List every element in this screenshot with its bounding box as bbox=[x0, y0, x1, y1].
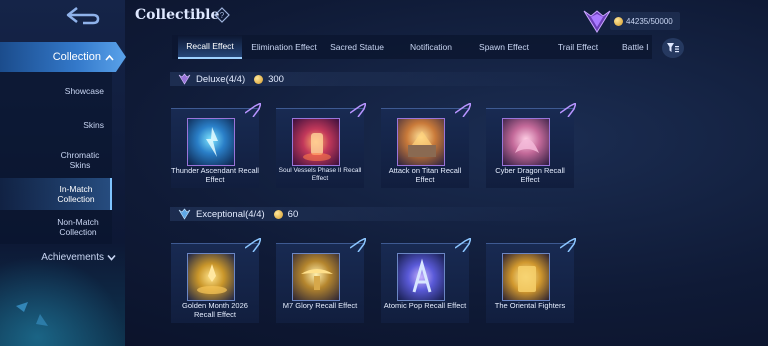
coin-icon bbox=[614, 16, 623, 26]
collectible-card-cyber-dragon[interactable]: Cyber Dragon Recall Effect bbox=[486, 103, 576, 188]
collectible-card-golden-month[interactable]: Golden Month 2026 Recall Effect bbox=[171, 238, 261, 323]
deluxe-tier-icon bbox=[178, 73, 191, 85]
section-name: Deluxe(4/4) bbox=[196, 73, 246, 85]
recall-effect-thumbnail bbox=[187, 253, 235, 301]
tab-label: Elimination Effect bbox=[251, 42, 317, 52]
section-points: 60 bbox=[287, 208, 299, 220]
card-corner-gem-icon bbox=[350, 238, 366, 252]
decorative-arrow-icon bbox=[16, 302, 48, 326]
card-corner-gem-icon bbox=[455, 238, 471, 252]
tab-label: Recall Effect bbox=[186, 41, 234, 51]
recall-effect-thumbnail bbox=[397, 118, 445, 166]
card-corner-gem-icon bbox=[350, 103, 366, 117]
tab-sacred-statue[interactable]: Sacred Statue bbox=[326, 35, 388, 59]
collectible-card-thunder-ascendant[interactable]: Thunder Ascendant Recall Effect bbox=[171, 103, 261, 188]
dragon-icon bbox=[515, 139, 539, 153]
section-name: Exceptional(4/4) bbox=[196, 208, 265, 220]
collectible-card-atomic-pop[interactable]: Atomic Pop Recall Effect bbox=[381, 238, 471, 323]
currency-display: 44235/50000 bbox=[610, 12, 680, 30]
sidebar-item-label: In-Match Collection bbox=[57, 184, 95, 204]
tab-spawn-effect[interactable]: Spawn Effect bbox=[474, 35, 534, 59]
atomic-letter-icon bbox=[412, 258, 432, 293]
sidebar-collection-tab[interactable]: Collection bbox=[0, 42, 126, 72]
recall-effect-thumbnail bbox=[502, 253, 550, 301]
card-label: Atomic Pop Recall Effect bbox=[383, 301, 467, 310]
exceptional-tier-icon bbox=[178, 208, 191, 220]
sidebar-item-chromatic-skins[interactable]: Chromatic Skins bbox=[0, 150, 112, 170]
section-header-exceptional: Exceptional(4/4) 60 bbox=[170, 207, 590, 221]
sidebar-achievements[interactable]: Achievements bbox=[0, 252, 118, 263]
coin-icon bbox=[273, 209, 283, 219]
sidebar-item-label: Chromatic Skins bbox=[60, 150, 100, 170]
collectible-card-soul-vessels[interactable]: Soul Vessels Phase II Recall Effect bbox=[276, 103, 366, 188]
tab-label: Trail Effect bbox=[557, 42, 599, 52]
titan-wall-icon bbox=[408, 131, 436, 157]
winged-emblem-icon bbox=[301, 269, 333, 290]
tab-label: Sacred Statue bbox=[330, 42, 384, 52]
tab-elimination-effect[interactable]: Elimination Effect bbox=[248, 35, 320, 59]
sidebar-item-showcase[interactable]: Showcase bbox=[0, 86, 112, 96]
tab-label: Battle I bbox=[622, 42, 649, 52]
back-button[interactable] bbox=[62, 4, 104, 28]
card-corner-gem-icon bbox=[245, 103, 261, 117]
back-arrow-icon bbox=[66, 7, 100, 25]
rank-emblem-icon bbox=[583, 10, 611, 33]
sidebar-item-label: Skins bbox=[83, 120, 104, 130]
help-diamond-icon[interactable]: ? bbox=[214, 7, 230, 23]
sidebar-item-non-match-collection[interactable]: Non-Match Collection bbox=[0, 217, 112, 237]
filter-icon bbox=[667, 43, 679, 53]
currency-value: 44235/50000 bbox=[626, 16, 673, 26]
tab-label: Notification bbox=[409, 42, 453, 52]
sidebar-item-label: Non-Match Collection bbox=[57, 217, 99, 237]
recall-effect-thumbnail bbox=[397, 253, 445, 301]
section-points: 300 bbox=[268, 73, 284, 85]
vessel-icon bbox=[303, 133, 331, 161]
tab-label: Spawn Effect bbox=[479, 42, 529, 52]
card-label: Cyber Dragon Recall Effect bbox=[495, 166, 565, 184]
collectible-card-m7-glory[interactable]: M7 Glory Recall Effect bbox=[276, 238, 366, 323]
golden-flower-icon bbox=[197, 264, 227, 294]
card-label: Golden Month 2026 Recall Effect bbox=[182, 301, 248, 319]
recall-effect-thumbnail bbox=[292, 253, 340, 301]
card-corner-gem-icon bbox=[455, 103, 471, 117]
filter-button[interactable] bbox=[662, 38, 684, 58]
sidebar-collection-label: Collection bbox=[52, 51, 101, 63]
tab-trail-effect[interactable]: Trail Effect bbox=[550, 35, 606, 59]
card-label: Soul Vessels Phase II Recall Effect bbox=[278, 167, 362, 182]
recall-effect-thumbnail bbox=[502, 118, 550, 166]
card-label: Thunder Ascendant Recall Effect bbox=[171, 166, 259, 184]
recall-effect-thumbnail bbox=[187, 118, 235, 166]
chevron-up-icon bbox=[105, 54, 114, 61]
golden-pillar-icon bbox=[518, 266, 536, 292]
card-label: Attack on Titan Recall Effect bbox=[388, 166, 462, 184]
section-header-deluxe: Deluxe(4/4) 300 bbox=[170, 72, 590, 86]
page-title: Collectible bbox=[135, 7, 220, 23]
collectible-card-oriental-fighters[interactable]: The Oriental Fighters bbox=[486, 238, 576, 323]
thunder-emblem-icon bbox=[206, 127, 218, 157]
card-label: The Oriental Fighters bbox=[494, 301, 566, 310]
recall-effect-thumbnail bbox=[292, 118, 340, 166]
svg-text:?: ? bbox=[220, 11, 225, 20]
sidebar-item-skins[interactable]: Skins bbox=[0, 120, 112, 130]
tab-battle[interactable]: Battle I bbox=[622, 35, 654, 59]
coin-icon bbox=[254, 74, 264, 84]
card-corner-gem-icon bbox=[560, 103, 576, 117]
card-corner-gem-icon bbox=[245, 238, 261, 252]
card-label: M7 Glory Recall Effect bbox=[282, 301, 358, 310]
collectible-card-attack-on-titan[interactable]: Attack on Titan Recall Effect bbox=[381, 103, 471, 188]
tab-recall-effect[interactable]: Recall Effect bbox=[178, 35, 242, 59]
sidebar-item-label: Showcase bbox=[64, 86, 104, 96]
achievements-label: Achievements bbox=[41, 252, 104, 263]
card-corner-gem-icon bbox=[560, 238, 576, 252]
chevron-down-icon bbox=[107, 254, 116, 261]
tab-notification[interactable]: Notification bbox=[402, 35, 460, 59]
sidebar-item-in-match-collection[interactable]: In-Match Collection bbox=[0, 178, 112, 210]
